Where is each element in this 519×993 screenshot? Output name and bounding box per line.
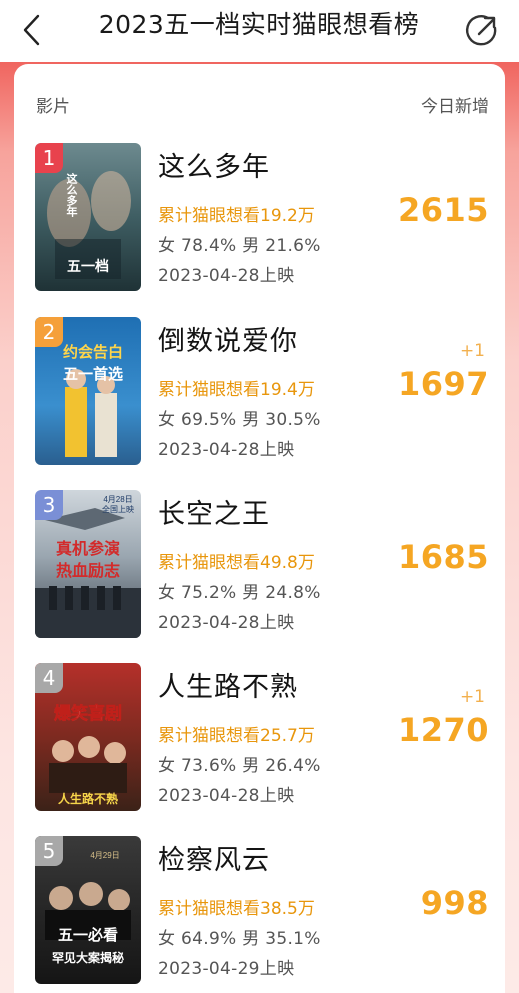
movie-poster[interactable]: 这么多年 五一档 1: [35, 143, 141, 291]
today-count: 2615: [397, 191, 489, 229]
ranking-card: 影片 今日新增 这么多年 五一档 1 这么多年 累计猫眼想看19.2万 女 78…: [14, 64, 505, 993]
movie-title[interactable]: 这么多年: [158, 145, 270, 184]
gender-ratio: 女 78.4% 男 21.6%: [158, 236, 321, 256]
movie-row[interactable]: 4月29日 五一必看 罕见大案揭秘 5 检察风云 累计猫眼想看38.5万 女 6…: [14, 836, 505, 986]
today-count: 1685: [397, 538, 489, 576]
release-date: 2023-04-28上映: [158, 786, 295, 806]
rank-change: +1: [459, 687, 485, 707]
rank-badge: 1: [35, 143, 63, 173]
movie-poster[interactable]: 4月28日 全国上映 真机参演 热血励志 3: [35, 490, 141, 638]
movie-row[interactable]: 约会告白 五一首选 2 倒数说爱你 累计猫眼想看19.4万 女 69.5% 男 …: [14, 317, 505, 467]
release-date: 2023-04-29上映: [158, 959, 295, 979]
poster-date: 4月28日: [103, 495, 132, 504]
top-bar: 2023五一档实时猫眼想看榜: [0, 0, 519, 62]
want-total: 累计猫眼想看19.2万: [158, 206, 315, 226]
want-total: 累计猫眼想看49.8万: [158, 553, 315, 573]
release-date: 2023-04-28上映: [158, 613, 295, 633]
movie-poster[interactable]: 爆笑喜剧 人生路不熟 4: [35, 663, 141, 811]
want-total: 累计猫眼想看38.5万: [158, 899, 315, 919]
poster-caption: 约会告白: [63, 343, 123, 361]
movie-row[interactable]: 爆笑喜剧 人生路不熟 4 人生路不熟 累计猫眼想看25.7万 女 73.6% 男…: [14, 663, 505, 813]
poster-tag: 热血励志: [56, 561, 120, 580]
today-count: 1697: [397, 365, 489, 403]
poster-caption: 五一必看: [58, 926, 118, 944]
movie-poster[interactable]: 约会告白 五一首选 2: [35, 317, 141, 465]
rank-badge: 4: [35, 663, 63, 693]
gender-ratio: 女 64.9% 男 35.1%: [158, 929, 321, 949]
want-total: 累计猫眼想看19.4万: [158, 380, 315, 400]
column-header-film: 影片: [36, 97, 70, 117]
rank-badge: 2: [35, 317, 63, 347]
poster-date: 4月29日: [90, 851, 119, 860]
rank-badge: 5: [35, 836, 63, 866]
movie-title[interactable]: 检察风云: [158, 838, 270, 877]
poster-caption: 真机参演: [56, 539, 120, 558]
gender-ratio: 女 73.6% 男 26.4%: [158, 756, 321, 776]
share-arrow-icon: [466, 15, 497, 46]
gender-ratio: 女 75.2% 男 24.8%: [158, 583, 321, 603]
page-title: 2023五一档实时猫眼想看榜: [98, 10, 420, 39]
movie-poster[interactable]: 4月29日 五一必看 罕见大案揭秘 5: [35, 836, 141, 984]
movie-row[interactable]: 4月28日 全国上映 真机参演 热血励志 3 长空之王 累计猫眼想看49.8万 …: [14, 490, 505, 640]
back-button[interactable]: [18, 12, 48, 48]
poster-tag: 五一首选: [63, 365, 123, 383]
want-total: 累计猫眼想看25.7万: [158, 726, 315, 746]
share-button[interactable]: [464, 12, 500, 48]
rank-change: +1: [459, 341, 485, 361]
release-date: 2023-04-28上映: [158, 440, 295, 460]
back-chevron-icon: [23, 14, 40, 46]
movie-row[interactable]: 这么多年 五一档 1 这么多年 累计猫眼想看19.2万 女 78.4% 男 21…: [14, 143, 505, 293]
poster-caption: 爆笑喜剧: [54, 703, 122, 723]
today-count: 998: [420, 884, 489, 922]
poster-tag: 人生路不熟: [58, 791, 118, 806]
movie-title[interactable]: 人生路不熟: [158, 665, 298, 704]
movie-title[interactable]: 倒数说爱你: [158, 319, 298, 358]
release-date: 2023-04-28上映: [158, 266, 295, 286]
today-count: 1270: [397, 711, 489, 749]
rank-badge: 3: [35, 490, 63, 520]
poster-subtag: 全国上映: [102, 504, 134, 514]
poster-caption: 这么多年: [65, 172, 78, 218]
movie-title[interactable]: 长空之王: [158, 492, 270, 531]
poster-tag: 罕见大案揭秘: [52, 950, 124, 965]
column-header-today: 今日新增: [421, 97, 489, 117]
poster-tag: 五一档: [67, 258, 109, 274]
gender-ratio: 女 69.5% 男 30.5%: [158, 410, 321, 430]
